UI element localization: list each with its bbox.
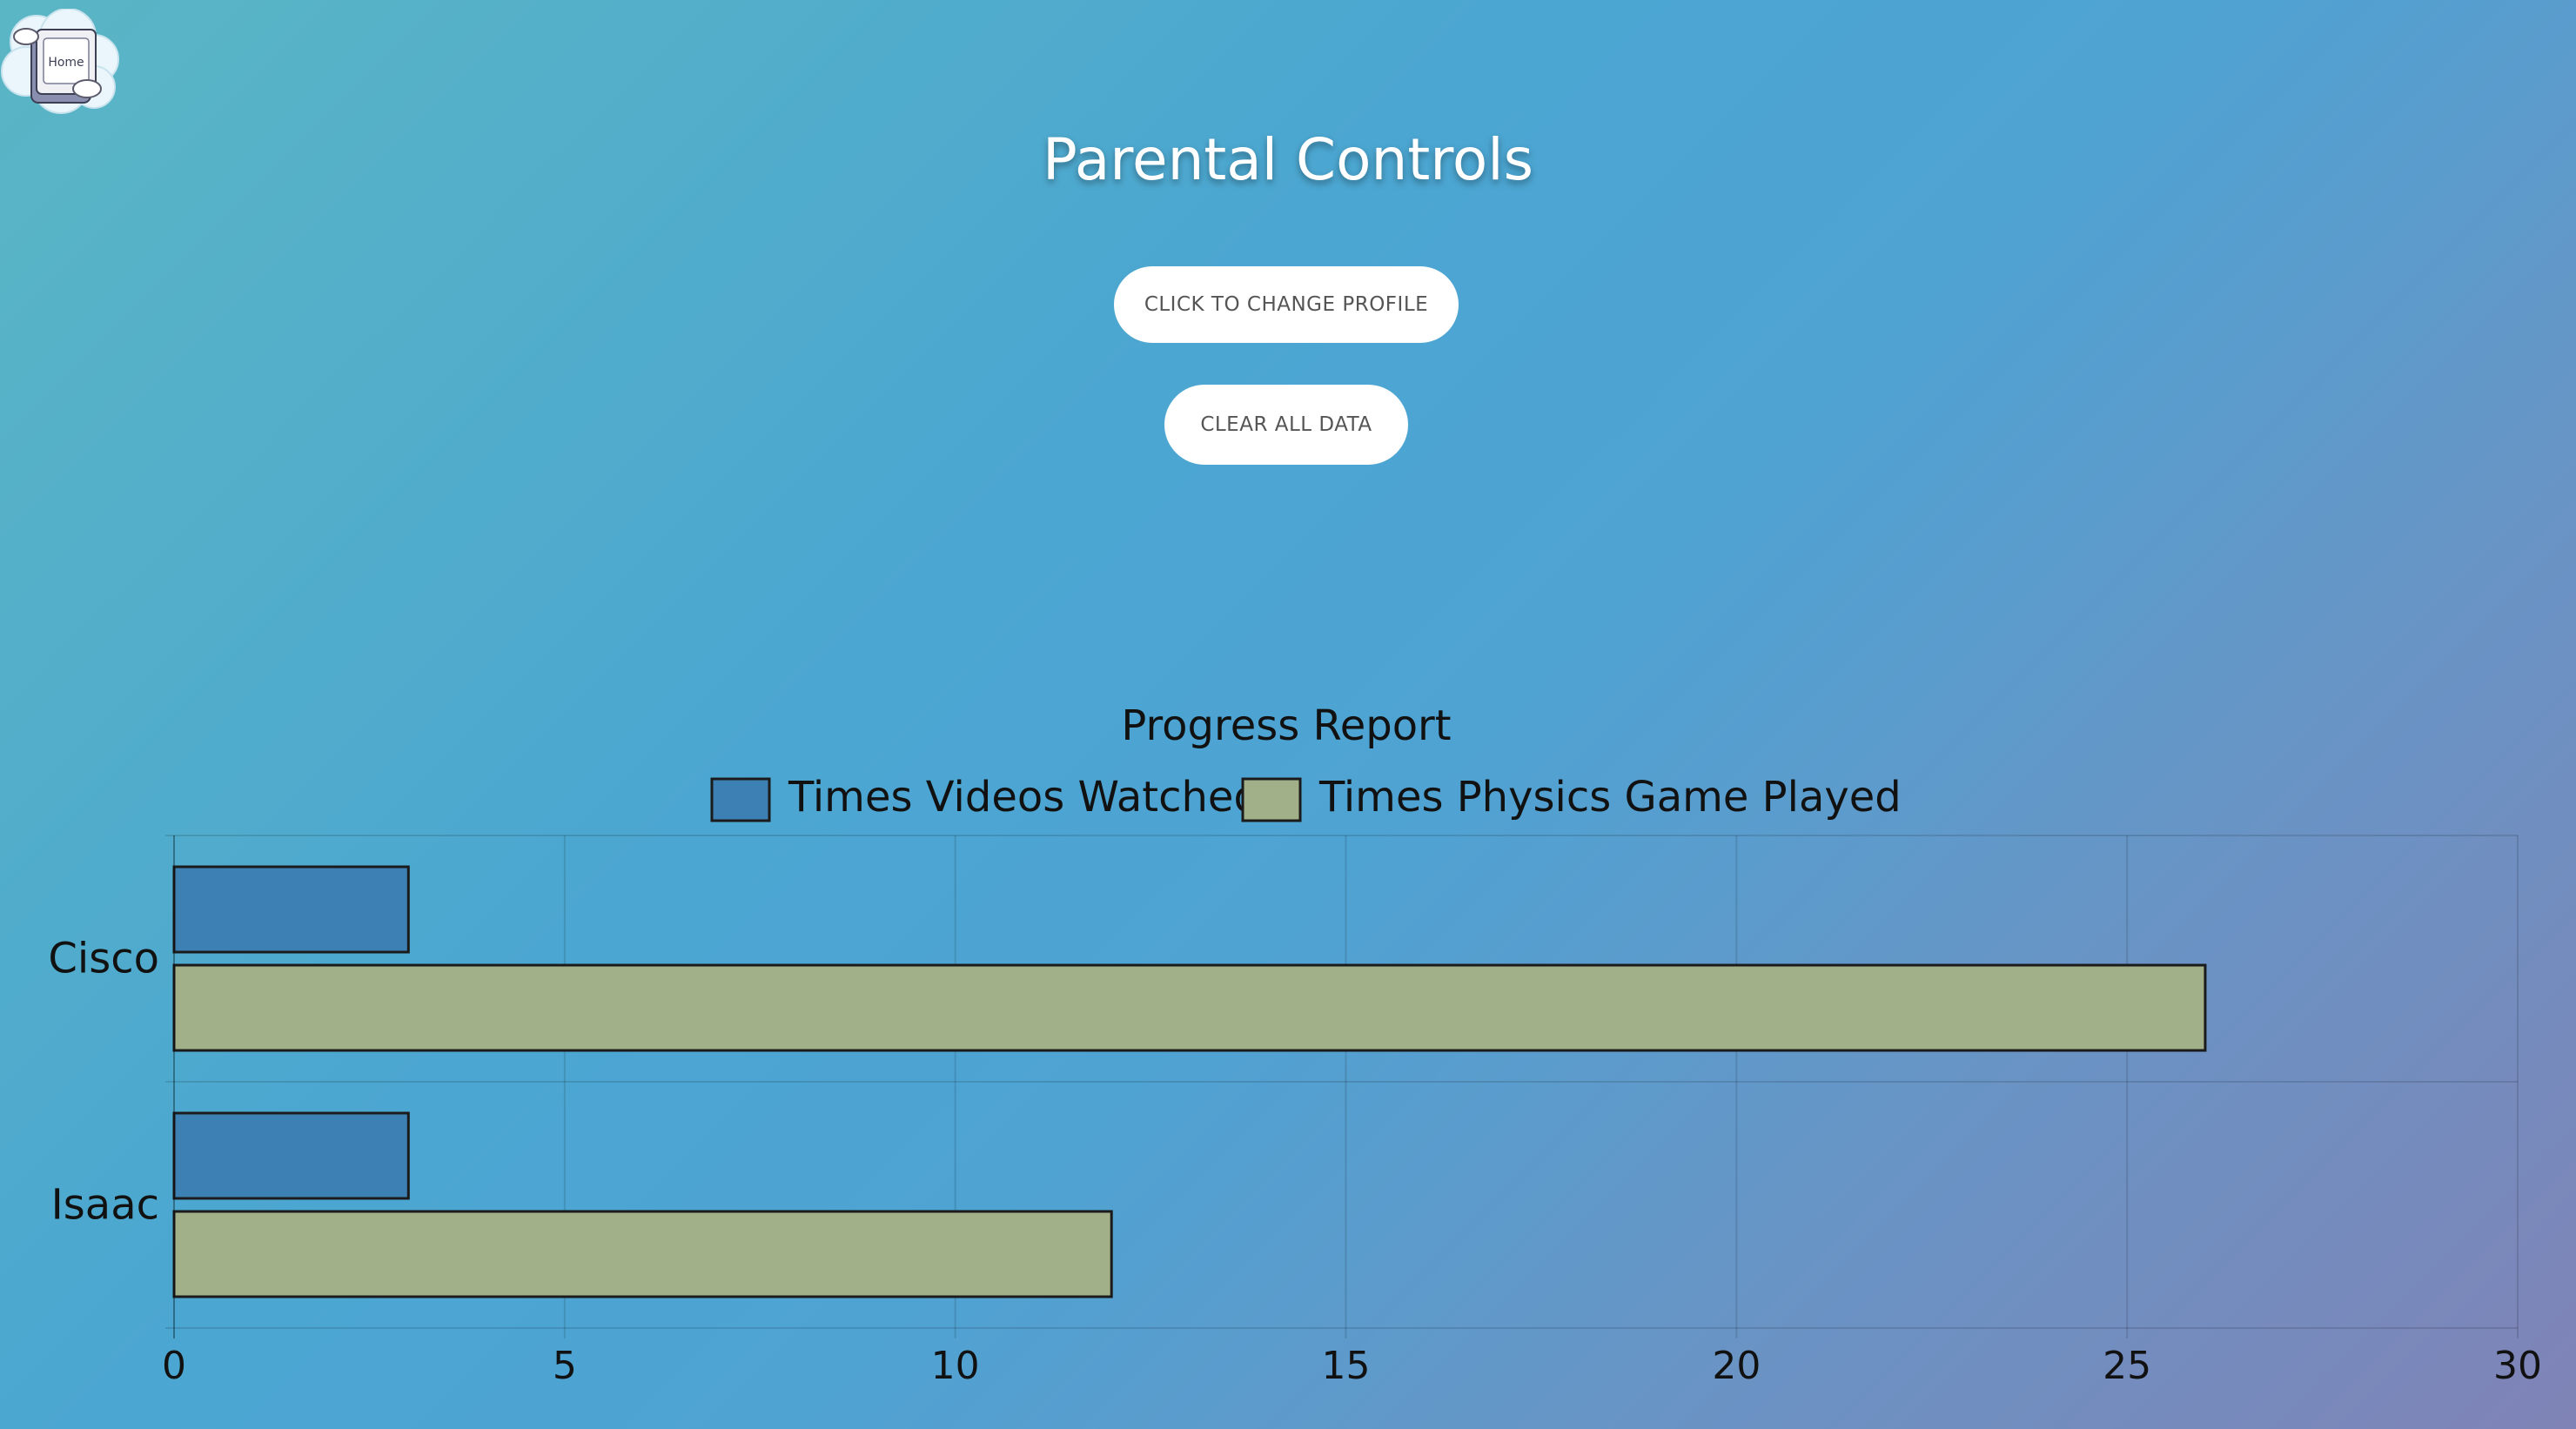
- x-tick-label: 25: [2103, 1344, 2151, 1388]
- clear-data-button[interactable]: CLEAR ALL DATA: [1164, 385, 1408, 465]
- progress-chart: Progress Report Times Videos Watched Tim…: [48, 701, 2542, 1388]
- plot-area: 0 5 10 15 20 25 30 Cisco Isaac: [48, 835, 2542, 1388]
- bar-times-physics-game-played-cisco: [172, 963, 2207, 1052]
- page-title: Parental Controls: [1043, 126, 1533, 193]
- home-button[interactable]: Home: [0, 9, 126, 117]
- home-cloud-icon: Home: [1, 9, 119, 114]
- change-profile-button[interactable]: CLICK TO CHANGE PROFILE: [1114, 266, 1459, 343]
- y-category-label: Cisco: [48, 935, 159, 983]
- x-tick-label: 0: [162, 1344, 186, 1388]
- bar-times-videos-watched-isaac: [172, 1111, 410, 1200]
- x-tick-label: 5: [553, 1344, 577, 1388]
- home-label: Home: [48, 56, 84, 70]
- bar-times-videos-watched-cisco: [172, 865, 410, 954]
- legend-label-game: Times Physics Game Played: [1318, 773, 1902, 822]
- bar-times-physics-game-played-isaac: [172, 1210, 1113, 1298]
- chart-title: Progress Report: [1121, 701, 1451, 750]
- y-category-label: Isaac: [51, 1181, 159, 1230]
- x-tick-label: 10: [931, 1344, 980, 1388]
- x-tick-label: 20: [1712, 1344, 1761, 1388]
- x-tick-label: 30: [2493, 1344, 2542, 1388]
- legend-swatch-game: [1241, 777, 1302, 822]
- x-tick-label: 15: [1322, 1344, 1371, 1388]
- chart-legend: Times Videos Watched Times Physics Game …: [710, 773, 1902, 822]
- legend-label-videos: Times Videos Watched: [788, 773, 1260, 822]
- legend-swatch-videos: [710, 777, 771, 822]
